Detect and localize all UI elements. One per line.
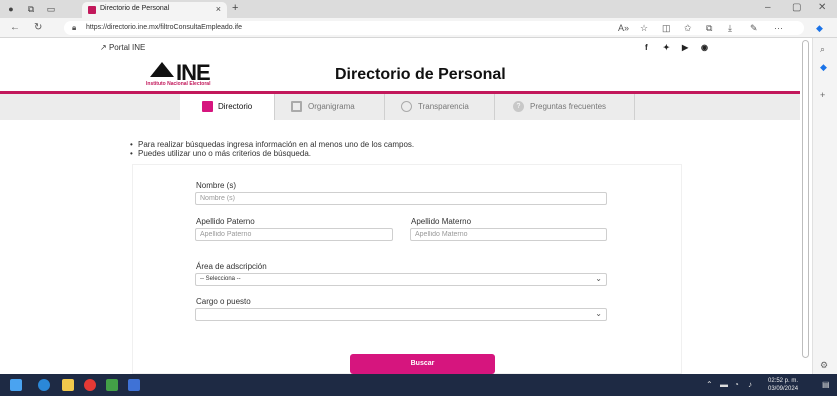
ine-logo-mark-icon	[150, 62, 174, 77]
settings-gear-icon[interactable]: ⚙	[820, 360, 828, 371]
magnifier-icon	[401, 101, 412, 112]
tab-transparencia[interactable]: Transparencia	[385, 94, 495, 120]
facebook-icon[interactable]: f	[645, 43, 648, 52]
ine-logo[interactable]: INE Instituto Nacional Electoral	[146, 60, 266, 90]
apellido-materno-input[interactable]	[410, 228, 607, 241]
extensions-icon[interactable]: ✎	[750, 23, 758, 34]
address-toolbar: ← ↻ 🔒︎ https://directorio.ine.mx/filtroC…	[0, 18, 837, 38]
tab-transparencia-label: Transparencia	[418, 102, 469, 111]
apellido-paterno-label: Apellido Paterno	[196, 217, 255, 226]
apellido-paterno-input[interactable]	[195, 228, 393, 241]
tab-organigrama[interactable]: Organigrama	[275, 94, 385, 120]
org-chart-icon	[291, 101, 302, 112]
page-title: Directorio de Personal	[335, 66, 506, 83]
rss-icon[interactable]: ◉	[701, 43, 708, 52]
windows-taskbar: ⌃ ▬ ◔ ♪ 02:52 p. m. 03/09/2024 ▤	[0, 374, 837, 396]
battery-icon[interactable]: ▬	[720, 380, 728, 389]
tab-preguntas-label: Preguntas frecuentes	[530, 102, 607, 111]
instruction-line-1: Para realizar búsquedas ingresa informac…	[130, 140, 414, 149]
tray-chevron-icon[interactable]: ⌃	[706, 380, 713, 389]
start-icon[interactable]	[10, 379, 22, 391]
app-icon[interactable]	[106, 379, 118, 391]
refresh-icon[interactable]: ↻	[34, 22, 42, 33]
instruction-line-2: Puedes utilizar uno o más criterios de b…	[130, 149, 311, 158]
app-window-icon[interactable]	[128, 379, 140, 391]
more-menu-icon[interactable]: ···	[774, 23, 783, 33]
tab-close-icon[interactable]: ×	[216, 4, 221, 14]
area-adscripcion-value: -- Selecciona --	[200, 276, 241, 282]
area-adscripcion-label: Área de adscripción	[196, 262, 267, 271]
collections-icon[interactable]: ⧉	[706, 23, 712, 34]
clock-date: 03/09/2024	[768, 386, 799, 392]
nombre-input[interactable]	[195, 192, 607, 205]
tab-organigrama-label: Organigrama	[308, 102, 355, 111]
ine-logo-subtext: Instituto Nacional Electoral	[146, 81, 211, 87]
downloads-icon[interactable]: ⤓	[728, 23, 732, 34]
clock-time: 02:52 p. m.	[768, 378, 799, 384]
site-header: INE Instituto Nacional Electoral Directo…	[0, 56, 800, 92]
portal-ine-label: Portal INE	[108, 43, 146, 52]
page-scrollbar[interactable]	[801, 38, 810, 374]
portal-ine-link[interactable]: ↗ Portal INE	[100, 43, 145, 52]
browser-sidebar: ⌕ ◆ + ⚙	[812, 38, 837, 374]
edge-icon[interactable]	[38, 379, 50, 391]
chevron-down-icon: ⌄	[595, 309, 602, 318]
area-adscripcion-select[interactable]: -- Selecciona -- ⌄	[195, 273, 607, 286]
add-sidebar-icon[interactable]: +	[820, 90, 825, 100]
browser-tab-strip: ● ⧉ ▭ Directorio de Personal × + – ▢ ✕	[0, 0, 837, 18]
split-screen-icon[interactable]: ◫	[662, 23, 671, 34]
cargo-puesto-label: Cargo o puesto	[196, 297, 251, 306]
address-bar[interactable]: 🔒︎ https://directorio.ine.mx/filtroConsu…	[64, 21, 804, 35]
cargo-puesto-select[interactable]: ⌄	[195, 308, 607, 321]
tab-title: Directorio de Personal	[100, 5, 170, 12]
chrome-icon[interactable]	[84, 379, 96, 391]
close-window-icon[interactable]: ✕	[818, 2, 826, 13]
new-tab-button[interactable]: +	[232, 2, 238, 14]
notifications-icon[interactable]: ▤	[822, 380, 830, 389]
search-icon[interactable]: ⌕	[820, 44, 825, 55]
tab-directorio[interactable]: Directorio	[180, 94, 275, 120]
top-strip: ↗ Portal INE f ✦ ▶ ◉	[0, 38, 800, 56]
volume-icon[interactable]: ♪	[748, 380, 752, 389]
section-tabs: Directorio Organigrama Transparencia ? P…	[0, 94, 800, 120]
minimize-icon[interactable]: –	[765, 2, 771, 13]
directory-icon	[202, 101, 213, 112]
nombre-label: Nombre (s)	[196, 181, 237, 190]
taskbar-clock[interactable]: 02:52 p. m. 03/09/2024	[768, 377, 798, 393]
workspaces-icon[interactable]: ⧉	[26, 4, 36, 14]
scrollbar-thumb[interactable]	[802, 40, 809, 358]
question-icon: ?	[513, 101, 524, 112]
buscar-button[interactable]: Buscar	[350, 354, 495, 374]
browser-tab[interactable]: Directorio de Personal ×	[82, 2, 227, 18]
tab-actions-icon[interactable]: ▭	[46, 4, 56, 14]
tab-directorio-label: Directorio	[218, 102, 253, 111]
web-page: ↗ Portal INE f ✦ ▶ ◉ INE Instituto Nacio…	[0, 38, 800, 374]
profile-icon[interactable]: ●	[6, 4, 16, 14]
shopping-icon[interactable]: ◆	[820, 62, 827, 73]
file-explorer-icon[interactable]	[62, 379, 74, 391]
chevron-down-icon: ⌄	[595, 274, 602, 283]
site-favicon-icon	[88, 6, 96, 14]
url-text: https://directorio.ine.mx/filtroConsulta…	[86, 24, 243, 31]
tab-preguntas-frecuentes[interactable]: ? Preguntas frecuentes	[495, 94, 635, 120]
favorites-icon[interactable]: ✩	[684, 23, 692, 34]
twitter-icon[interactable]: ✦	[663, 43, 670, 52]
wifi-icon[interactable]: ◔	[734, 380, 739, 389]
youtube-icon[interactable]: ▶	[682, 43, 688, 52]
restore-icon[interactable]: ▢	[792, 2, 801, 13]
lock-icon: 🔒︎	[72, 23, 77, 32]
apellido-materno-label: Apellido Materno	[411, 217, 472, 226]
copilot-icon[interactable]: ◆	[816, 23, 823, 34]
favorite-star-icon[interactable]: ☆	[640, 23, 648, 34]
read-aloud-icon[interactable]: A»	[618, 23, 629, 33]
back-icon[interactable]: ←	[10, 22, 20, 33]
